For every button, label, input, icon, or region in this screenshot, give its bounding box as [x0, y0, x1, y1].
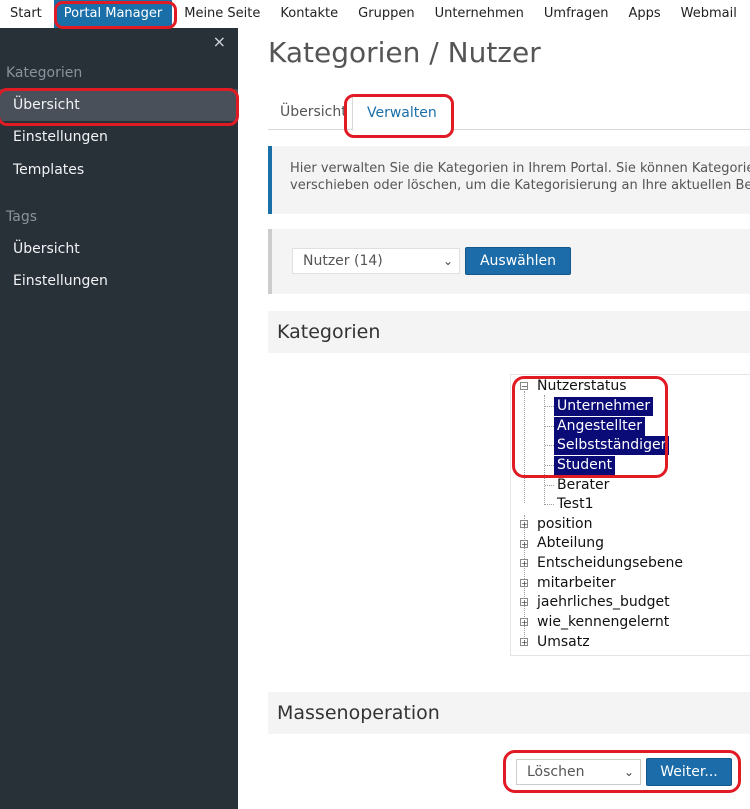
tree-node-umsatz[interactable]: Umsatz	[537, 633, 590, 652]
tree-connector	[545, 426, 554, 427]
tree-node-mitarbeiter[interactable]: mitarbeiter	[537, 574, 616, 593]
tree-node-entscheidungsebene[interactable]: Entscheidungsebene	[537, 554, 683, 573]
tree-connector	[524, 391, 525, 503]
sidebar-item-tags-uebersicht[interactable]: Übersicht	[0, 233, 238, 265]
weiter-button[interactable]: Weiter...	[646, 758, 732, 786]
tree-node-abteilung[interactable]: Abteilung	[537, 534, 604, 553]
nav-start[interactable]: Start	[0, 0, 52, 28]
sidebar-item-kategorien-uebersicht[interactable]: Übersicht	[0, 89, 238, 121]
tree-node-wie-kennengelernt[interactable]: wie_kennengelernt	[537, 613, 669, 632]
tree-node-test1[interactable]: Test1	[557, 495, 593, 514]
sidebar-section-kategorien: Kategorien	[6, 65, 83, 81]
nav-webmail[interactable]: Webmail	[671, 0, 747, 28]
tree-node-position[interactable]: position	[537, 515, 592, 534]
tree-node-angestellter[interactable]: Angestellter	[554, 417, 645, 436]
mass-operation-select-value: Löschen	[527, 764, 585, 780]
nav-apps[interactable]: Apps	[618, 0, 670, 28]
category-tree: − Nutzerstatus Unternehmer Angestellter …	[510, 374, 750, 656]
expand-icon[interactable]: +	[520, 559, 528, 568]
mass-operation-select[interactable]: Löschen ⌄	[516, 759, 641, 785]
sidebar: × Kategorien Übersicht Einstellungen Tem…	[0, 28, 238, 809]
collapse-icon[interactable]: −	[520, 382, 528, 391]
category-select-bar: Nutzer (14) ⌄ Auswählen	[268, 229, 750, 294]
close-icon[interactable]: ×	[213, 32, 226, 51]
tree-node-berater[interactable]: Berater	[557, 476, 609, 495]
sidebar-item-templates[interactable]: Templates	[0, 154, 238, 186]
massenoperation-heading: Massenoperation	[268, 692, 750, 734]
expand-icon[interactable]: +	[520, 598, 528, 607]
tab-uebersicht[interactable]: Übersicht	[268, 96, 359, 129]
kategorien-heading: Kategorien	[268, 311, 750, 353]
nav-gruppen[interactable]: Gruppen	[348, 0, 424, 28]
info-text-line2: verschieben oder löschen, um die Kategor…	[290, 178, 750, 193]
nav-kontakte[interactable]: Kontakte	[270, 0, 348, 28]
info-text-line1: Hier verwalten Sie die Kategorien in Ihr…	[290, 161, 750, 176]
nav-unternehmen[interactable]: Unternehmen	[425, 0, 534, 28]
expand-icon[interactable]: +	[520, 638, 528, 647]
tree-node-nutzerstatus[interactable]: Nutzerstatus	[537, 377, 627, 396]
expand-icon[interactable]: +	[520, 618, 528, 627]
tree-node-student[interactable]: Student	[554, 456, 616, 475]
sidebar-section-tags: Tags	[6, 209, 37, 225]
sidebar-item-tags-einstellungen[interactable]: Einstellungen	[0, 265, 238, 297]
auswaehlen-button[interactable]: Auswählen	[465, 247, 571, 275]
tree-node-selbststaendiger[interactable]: Selbstständiger	[554, 436, 670, 455]
tree-connector	[544, 395, 545, 505]
chevron-down-icon: ⌄	[442, 254, 453, 268]
tree-connector	[545, 485, 554, 486]
page-title: Kategorien / Nutzer	[268, 36, 541, 69]
sidebar-item-kategorien-einstellungen[interactable]: Einstellungen	[0, 121, 238, 153]
nav-meine-seite[interactable]: Meine Seite	[174, 0, 270, 28]
expand-icon[interactable]: +	[520, 579, 528, 588]
category-type-select-value: Nutzer (14)	[303, 253, 383, 269]
tree-connector	[545, 465, 554, 466]
tree-connector	[545, 445, 554, 446]
tab-verwalten[interactable]: Verwalten	[352, 96, 452, 131]
category-type-select[interactable]: Nutzer (14) ⌄	[292, 248, 460, 274]
chevron-down-icon: ⌄	[623, 765, 634, 779]
tree-connector	[545, 406, 554, 407]
expand-icon[interactable]: +	[520, 520, 528, 529]
tab-bar: Übersicht Verwalten	[268, 96, 750, 131]
tree-node-unternehmer[interactable]: Unternehmer	[554, 397, 654, 416]
top-navigation: Start Portal Manager Meine Seite Kontakt…	[0, 0, 750, 28]
expand-icon[interactable]: +	[520, 540, 528, 549]
nav-umfragen[interactable]: Umfragen	[534, 0, 619, 28]
nav-portal-manager[interactable]: Portal Manager	[53, 0, 173, 28]
tree-connector	[545, 504, 554, 505]
tree-node-jaehrliches-budget[interactable]: jaehrliches_budget	[537, 593, 670, 612]
info-box: Hier verwalten Sie die Kategorien in Ihr…	[268, 146, 750, 214]
